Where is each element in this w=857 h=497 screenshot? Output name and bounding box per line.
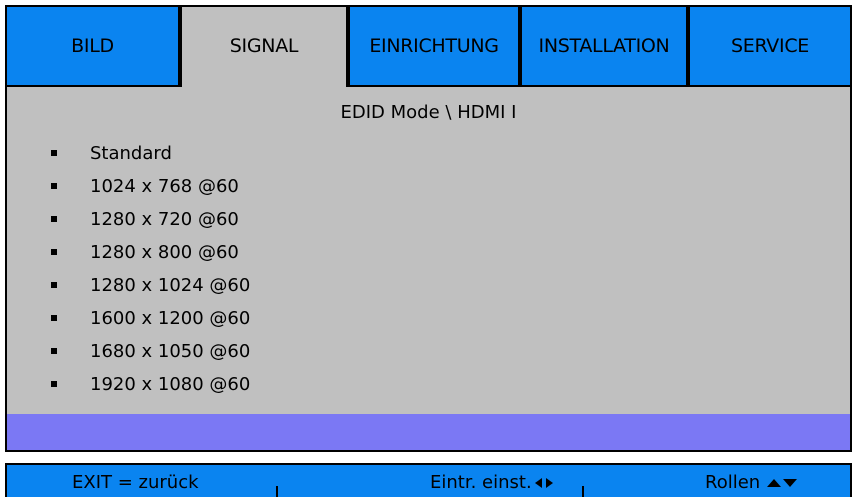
option-1280x800[interactable]: 1280 x 800 @60	[0, 238, 857, 266]
option-standard[interactable]: Standard	[0, 139, 857, 167]
bullet-icon	[51, 282, 57, 288]
option-label: 1920 x 1080 @60	[90, 373, 251, 395]
selection-highlight[interactable]	[7, 414, 850, 450]
tab-label: EINRICHTUNG	[369, 35, 499, 57]
option-label: 1280 x 800 @60	[90, 241, 239, 263]
option-1280x720[interactable]: 1280 x 720 @60	[0, 205, 857, 233]
bullet-icon	[51, 315, 57, 321]
osd-menu: BILD SIGNAL EINRICHTUNG INSTALLATION SER…	[0, 0, 857, 497]
tab-installation[interactable]: INSTALLATION	[520, 5, 688, 85]
tab-label: INSTALLATION	[538, 35, 670, 57]
set-entry-hint: Eintr. einst.	[430, 472, 553, 493]
tab-bild[interactable]: BILD	[5, 5, 180, 85]
tab-einrichtung[interactable]: EINRICHTUNG	[348, 5, 520, 85]
tab-label: SERVICE	[730, 35, 809, 57]
option-1024x768[interactable]: 1024 x 768 @60	[0, 172, 857, 200]
bullet-icon	[51, 183, 57, 189]
option-1600x1200[interactable]: 1600 x 1200 @60	[0, 304, 857, 332]
option-label: 1680 x 1050 @60	[90, 340, 251, 362]
tab-label: BILD	[71, 35, 114, 57]
page-title: EDID Mode \ HDMI I	[340, 102, 517, 123]
bullet-icon	[51, 348, 57, 354]
tab-label: SIGNAL	[229, 35, 299, 57]
bullet-icon	[51, 381, 57, 387]
option-label: 1280 x 1024 @60	[90, 274, 251, 296]
option-label: 1280 x 720 @60	[90, 208, 239, 230]
separator	[582, 486, 584, 497]
set-entry-label: Eintr. einst.	[430, 472, 532, 493]
option-1680x1050[interactable]: 1680 x 1050 @60	[0, 337, 857, 365]
option-1280x1024[interactable]: 1280 x 1024 @60	[0, 271, 857, 299]
scroll-hint: Rollen	[705, 472, 798, 493]
tab-signal[interactable]: SIGNAL	[180, 5, 348, 85]
tab-service[interactable]: SERVICE	[688, 5, 852, 85]
divider	[5, 85, 182, 87]
bullet-icon	[51, 216, 57, 222]
up-down-arrow-icon	[767, 479, 798, 487]
option-label: 1024 x 768 @60	[90, 175, 239, 197]
bullet-icon	[51, 150, 57, 156]
bullet-icon	[51, 249, 57, 255]
separator	[276, 486, 278, 497]
scroll-label: Rollen	[705, 472, 761, 493]
exit-hint: EXIT = zurück	[72, 472, 199, 493]
option-label: Standard	[90, 142, 172, 164]
left-right-arrow-icon	[534, 478, 553, 488]
option-label: 1600 x 1200 @60	[90, 307, 251, 329]
divider	[346, 85, 852, 87]
option-1920x1080[interactable]: 1920 x 1080 @60	[0, 370, 857, 398]
